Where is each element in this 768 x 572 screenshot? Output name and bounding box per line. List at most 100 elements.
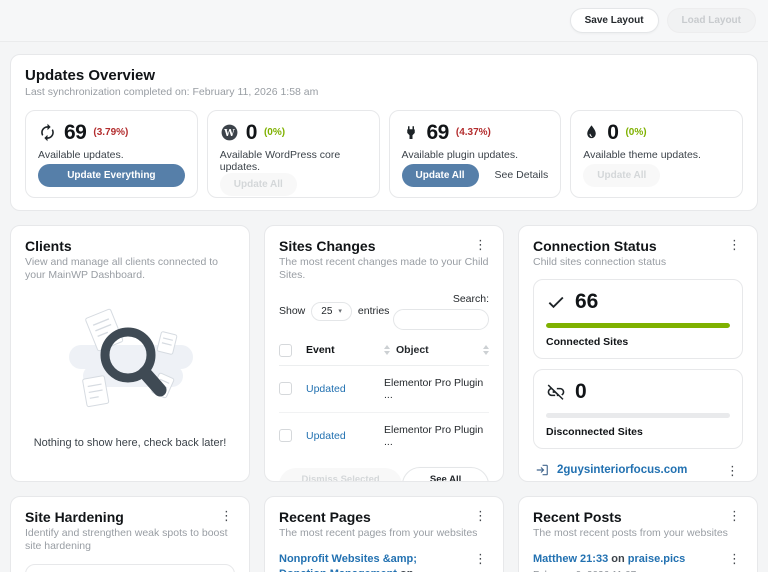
check-icon <box>546 292 566 312</box>
object-column-header: Object <box>396 344 429 357</box>
sync-icon <box>38 123 57 142</box>
row-checkbox[interactable] <box>279 382 292 396</box>
plugin-updates-percent: (4.37%) <box>455 127 491 139</box>
connected-sites-card: 66 Connected Sites <box>533 279 743 360</box>
see-all-changes-button[interactable]: See All Changes <box>402 466 489 481</box>
recent-pages-widget: Recent Pages ⋮ The most recent pages fro… <box>264 495 504 572</box>
dashboard-content: Updates Overview Last synchronization co… <box>0 42 768 572</box>
see-details-link[interactable]: See Details <box>495 169 549 181</box>
clients-subtitle: View and manage all clients connected to… <box>25 255 219 282</box>
disconnected-sites-count: 0 <box>575 380 587 404</box>
wp-core-updates-count: 0 <box>245 120 258 144</box>
connected-sites-count: 66 <box>575 290 599 314</box>
updates-card-wordpress: W 0 (0%) Available WordPress core update… <box>206 109 380 198</box>
list-item: Matthew 21:33 on praise.pics February 9,… <box>533 552 743 572</box>
available-updates-percent: (3.79%) <box>93 127 129 139</box>
wp-core-updates-desc: Available WordPress core updates. <box>219 148 341 173</box>
updates-card-all: 69 (3.79%) Available updates. Update Eve… <box>25 109 198 198</box>
connected-sites-label: Connected Sites <box>546 336 629 349</box>
recent-posts-subtitle: The most recent posts from your websites <box>533 526 728 539</box>
connection-status-widget: Connection Status ⋮ Child sites connecti… <box>518 224 758 482</box>
list-item: Nonprofit Websites &amp; Donation Manage… <box>279 552 489 572</box>
event-column-header: Event <box>306 344 335 357</box>
updates-card-plugins: 69 (4.37%) Available plugin updates. Upd… <box>388 109 562 198</box>
row-checkbox[interactable] <box>279 429 292 443</box>
plug-icon <box>402 124 420 142</box>
theme-updates-count: 0 <box>607 120 619 144</box>
theme-updates-percent: (0%) <box>625 127 647 139</box>
connected-sites-bar <box>546 323 730 329</box>
page-title-link[interactable]: Nonprofit Websites &amp; Donation Manage… <box>279 553 417 572</box>
site-hardening-score-card: 85 <box>25 563 235 572</box>
sort-object-icon[interactable] <box>483 345 489 356</box>
recent-posts-widget: Recent Posts ⋮ The most recent posts fro… <box>518 495 758 572</box>
event-link[interactable]: Updated <box>306 383 378 395</box>
object-cell: Elementor Pro Plugin ... <box>384 423 484 448</box>
available-updates-desc: Available updates. <box>38 148 124 161</box>
site-hardening-widget: Site Hardening ⋮ Identify and strengthen… <box>10 495 250 572</box>
recent-posts-menu-icon[interactable]: ⋮ <box>726 509 743 522</box>
unlink-icon <box>546 382 566 402</box>
connection-status-title: Connection Status <box>533 237 657 254</box>
page-item-menu-icon[interactable]: ⋮ <box>472 552 489 572</box>
post-site-link[interactable]: praise.pics <box>628 553 685 565</box>
update-all-plugins-button[interactable]: Update All <box>401 163 479 187</box>
last-sync-text: Last synchronization completed on: Febru… <box>25 86 319 98</box>
site-hardening-title: Site Hardening <box>25 508 124 525</box>
plugin-updates-desc: Available plugin updates. <box>401 148 519 161</box>
search-input[interactable] <box>393 308 489 330</box>
entries-label: entries <box>357 305 390 318</box>
select-all-checkbox[interactable] <box>279 343 292 357</box>
connection-status-subtitle: Child sites connection status <box>533 255 667 268</box>
update-all-themes-button[interactable]: Update All <box>583 163 661 187</box>
login-icon[interactable] <box>535 463 549 477</box>
sites-changes-table: Event Object Updated Elementor Pro Plugi… <box>279 338 489 459</box>
available-updates-count: 69 <box>64 120 87 144</box>
updates-overview-panel: Updates Overview Last synchronization co… <box>10 54 758 211</box>
sites-changes-menu-icon[interactable]: ⋮ <box>472 238 489 251</box>
sort-event-icon[interactable] <box>384 345 390 356</box>
clients-title: Clients <box>25 237 72 254</box>
recent-pages-menu-icon[interactable]: ⋮ <box>472 509 489 522</box>
entries-per-page-value: 25 <box>321 305 333 317</box>
event-link[interactable]: Updated <box>306 430 378 442</box>
show-label: Show <box>279 305 306 318</box>
svg-text:W: W <box>223 128 235 139</box>
plugin-updates-count: 69 <box>426 120 450 144</box>
post-item-menu-icon[interactable]: ⋮ <box>726 552 743 572</box>
table-row: Updated Elementor Pro Plugin ... <box>279 413 489 459</box>
sites-changes-widget: Sites Changes ⋮ The most recent changes … <box>264 224 504 482</box>
updates-card-themes: 0 (0%) Available theme updates. Update A… <box>570 109 743 198</box>
sites-changes-title: Sites Changes <box>279 237 376 254</box>
table-row: Updated Elementor Pro Plugin ... <box>279 366 489 413</box>
site-hardening-subtitle: Identify and strengthen weak spots to bo… <box>25 526 228 553</box>
site-hardening-menu-icon[interactable]: ⋮ <box>218 509 235 522</box>
save-layout-button[interactable]: Save Layout <box>569 8 659 33</box>
wordpress-icon: W <box>220 123 239 142</box>
disconnected-sites-card: 0 Disconnected Sites <box>533 369 743 450</box>
site-link-row: 2guysinteriorfocus.com ⋮ <box>533 463 743 477</box>
search-label: Search: <box>452 292 489 305</box>
sites-changes-subtitle: The most recent changes made to your Chi… <box>279 255 489 282</box>
clients-widget: Clients View and manage all clients conn… <box>10 224 250 482</box>
empty-search-illustration <box>55 303 205 425</box>
chevron-down-icon: ▾ <box>338 308 342 316</box>
on-text: on <box>611 553 625 566</box>
drop-icon <box>583 124 600 141</box>
update-everything-button[interactable]: Update Everything <box>38 163 185 187</box>
post-title-link[interactable]: Matthew 21:33 <box>533 553 608 565</box>
theme-updates-desc: Available theme updates. <box>583 148 701 161</box>
wp-core-updates-percent: (0%) <box>263 127 286 139</box>
updates-cards: 69 (3.79%) Available updates. Update Eve… <box>25 109 743 198</box>
dismiss-selected-changes-button[interactable]: Dismiss Selected Changes <box>279 467 403 481</box>
connection-status-menu-icon[interactable]: ⋮ <box>726 238 743 251</box>
entries-per-page-select[interactable]: 25 ▾ <box>311 301 352 321</box>
update-all-core-button[interactable]: Update All <box>219 172 297 196</box>
load-layout-button[interactable]: Load Layout <box>666 8 756 33</box>
topbar: Save Layout Load Layout <box>0 0 768 42</box>
recent-pages-subtitle: The most recent pages from your websites <box>279 526 478 539</box>
site-row-menu-icon[interactable]: ⋮ <box>724 464 741 477</box>
object-cell: Elementor Pro Plugin ... <box>384 376 484 401</box>
child-site-link[interactable]: 2guysinteriorfocus.com <box>557 464 687 476</box>
on-text: on <box>400 568 413 572</box>
